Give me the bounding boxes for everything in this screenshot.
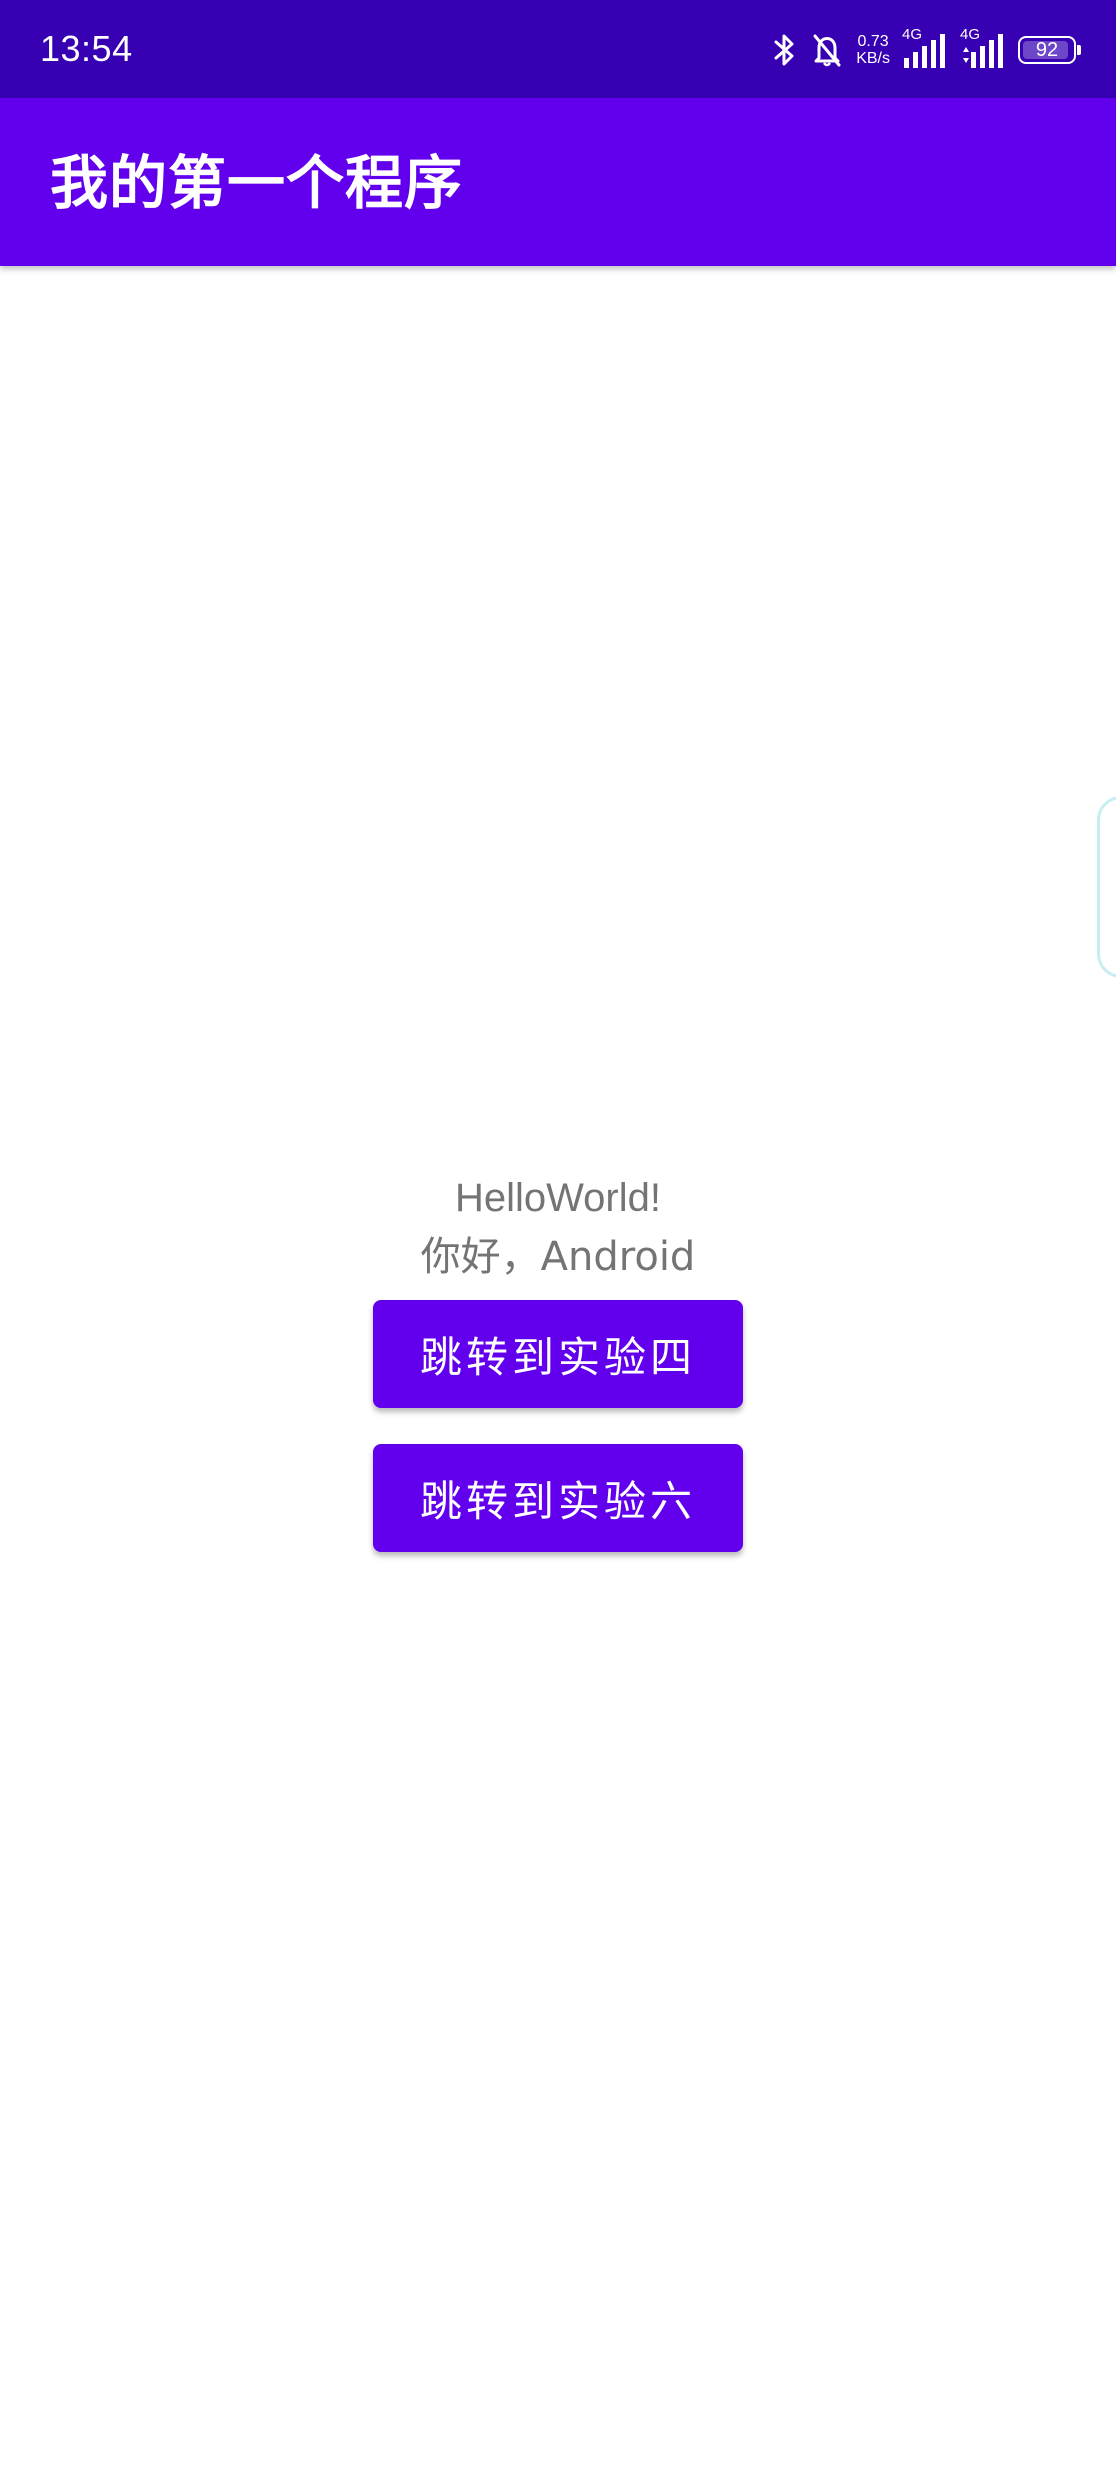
net-speed-value: 0.73 — [857, 33, 889, 50]
app-title: 我的第一个程序 — [50, 149, 464, 217]
battery-level: 92 — [1035, 39, 1059, 61]
hello-world-text: HelloWorld! — [455, 1176, 661, 1220]
battery-icon: 92 — [1018, 36, 1081, 64]
signal-2-label: 4G — [960, 26, 981, 43]
go-to-lab-four-button[interactable]: 跳转到实验四 — [373, 1300, 743, 1408]
app-bar: 我的第一个程序 — [0, 98, 1116, 266]
main-content: HelloWorld! 你好，Android 跳转到实验四 跳转到实验六 — [0, 1170, 1116, 1552]
status-icons: 0.73 KB/s 4G 4G 92 — [772, 24, 1081, 76]
hello-android-text: 你好，Android — [420, 1234, 696, 1280]
status-bar: 13:54 0.73 KB/s 4G 4G 92 — [0, 0, 1116, 98]
net-speed: 0.73 KB/s — [856, 33, 890, 67]
signal-2: 4G — [960, 26, 1006, 70]
bluetooth-icon — [772, 32, 798, 68]
go-to-lab-six-button[interactable]: 跳转到实验六 — [373, 1444, 743, 1552]
status-time: 13:54 — [40, 28, 133, 69]
net-speed-unit: KB/s — [856, 50, 890, 67]
signal-1-label: 4G — [902, 26, 923, 43]
signal-1: 4G — [902, 26, 948, 70]
bell-muted-icon — [810, 32, 844, 68]
side-edge-handle[interactable] — [1097, 796, 1116, 978]
